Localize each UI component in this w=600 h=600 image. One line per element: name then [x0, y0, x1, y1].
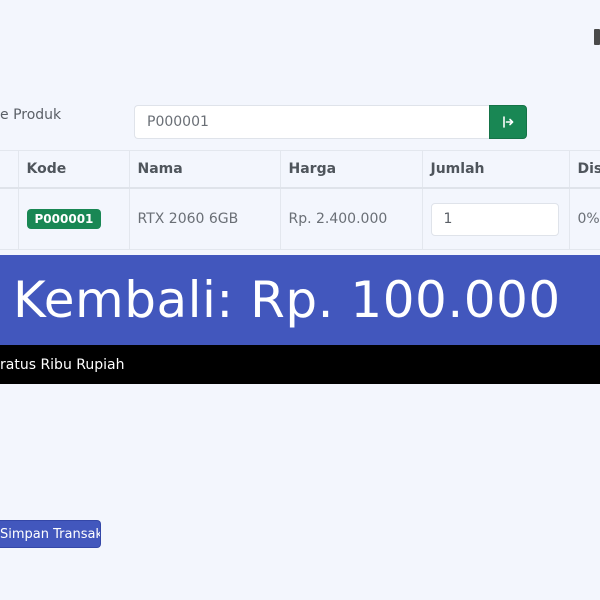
- window-control-icon[interactable]: [594, 29, 600, 45]
- column-header-diskon: Disk: [568, 150, 600, 189]
- column-header-kode: Kode: [17, 150, 129, 189]
- diskon-cell: 0%: [568, 188, 600, 250]
- product-code-label: e Produk: [0, 107, 62, 123]
- column-header: [0, 150, 18, 189]
- cart-table: Kode Nama Harga Jumlah Disk P000001 RTX …: [0, 150, 600, 250]
- change-banner: Kembali: Rp. 100.000: [0, 255, 600, 345]
- table-header-row: Kode Nama Harga Jumlah Disk: [0, 150, 600, 189]
- submit-code-button[interactable]: [489, 105, 527, 139]
- nama-cell: RTX 2060 6GB: [128, 188, 280, 250]
- kode-cell: P000001: [17, 188, 129, 250]
- column-header-nama: Nama: [128, 150, 280, 189]
- jumlah-cell: [421, 188, 569, 250]
- product-code-input[interactable]: [134, 105, 490, 139]
- change-amount: Kembali: Rp. 100.000: [13, 271, 561, 329]
- product-code-badge: P000001: [26, 209, 102, 229]
- save-transaction-button[interactable]: Simpan Transaksi: [0, 520, 101, 548]
- column-header-jumlah: Jumlah: [421, 150, 569, 189]
- enter-arrow-icon: [501, 115, 515, 129]
- column-header-harga: Harga: [279, 150, 422, 189]
- change-in-words-banner: ratus Ribu Rupiah: [0, 345, 600, 384]
- change-in-words: ratus Ribu Rupiah: [0, 356, 125, 373]
- table-row: P000001 RTX 2060 6GB Rp. 2.400.000 0%: [0, 188, 600, 250]
- row-index-cell: [0, 188, 18, 250]
- quantity-input[interactable]: [430, 202, 559, 236]
- harga-cell: Rp. 2.400.000: [279, 188, 422, 250]
